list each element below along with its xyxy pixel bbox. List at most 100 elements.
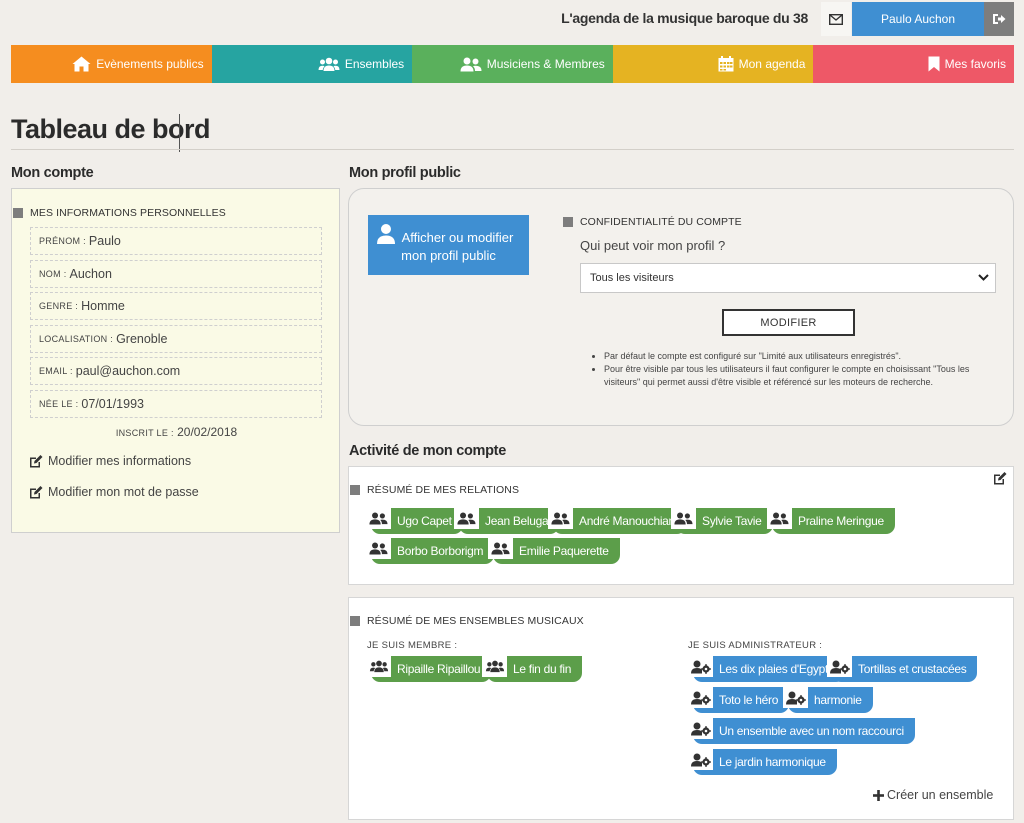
- nav-musicians-members[interactable]: Musiciens & Membres: [412, 45, 613, 83]
- tag-label: Tortillas et crustacées: [858, 662, 967, 676]
- personal-info-label: MES INFORMATIONS PERSONNELLES: [13, 207, 226, 219]
- profile-visibility-select[interactable]: Tous les visiteurs: [580, 263, 996, 293]
- create-ensemble-link[interactable]: Créer un ensemble: [873, 788, 993, 802]
- nav-label: Mes favoris: [944, 57, 1006, 71]
- account-panel: MES INFORMATIONS PERSONNELLES PRÉNOM : Pa…: [11, 188, 340, 533]
- relation-tag[interactable]: Emilie Paquerette: [488, 538, 620, 564]
- modify-privacy-button[interactable]: MODIFIER: [722, 309, 855, 336]
- relations-summary-box: RÉSUMÉ DE MES RELATIONS Ugo Capet Jean B…: [348, 466, 1014, 585]
- nav-public-events[interactable]: Evènements publics: [11, 45, 212, 83]
- birth-date-field: NÉE LE :07/01/1993: [30, 390, 322, 418]
- relation-tag[interactable]: André Manouchian: [548, 508, 686, 534]
- relation-tag[interactable]: Praline Meringue: [767, 508, 895, 534]
- email-field: EMAIL : paul@auchon.com: [30, 357, 322, 385]
- user-group-icon: [548, 508, 573, 529]
- calendar-icon: [718, 56, 734, 72]
- square-bullet-icon: [563, 217, 573, 227]
- edit-icon: [30, 485, 43, 498]
- edit-icon[interactable]: [993, 472, 1007, 485]
- privacy-note: Par défaut le compte est configuré sur "…: [604, 350, 994, 363]
- users-icon: [482, 656, 507, 677]
- square-bullet-icon: [13, 208, 23, 218]
- ensembles-label-text: RÉSUMÉ DE MES ENSEMBLES MUSICAUX: [367, 615, 584, 627]
- field-label: GENRE :: [39, 301, 79, 311]
- users-icon: [318, 57, 340, 71]
- admin-ensemble-tag[interactable]: Les dix plaies d'Egypte: [688, 656, 846, 682]
- user-group-icon: [767, 508, 792, 529]
- field-value: Paulo: [88, 234, 121, 248]
- location-field: LOCALISATION : Grenoble: [30, 325, 322, 353]
- site-title: L'agenda de la musique baroque du 38: [561, 10, 808, 26]
- profile-button-line2: mon profil public: [401, 248, 496, 263]
- registration-date: INSCRIT LE : 20/02/2018: [12, 425, 341, 439]
- edit-password-link-text: Modifier mon mot de passe: [48, 485, 199, 499]
- admin-ensemble-tag[interactable]: harmonie: [783, 687, 873, 713]
- member-ensemble-tag[interactable]: Ripaille Ripaillou: [366, 656, 492, 682]
- edit-info-link[interactable]: Modifier mes informations: [29, 454, 191, 468]
- square-bullet-icon: [350, 616, 360, 626]
- account-heading: Mon compte: [11, 165, 94, 181]
- last-name-field: NOM : Auchon: [30, 260, 322, 288]
- relation-tag[interactable]: Jean Beluga: [454, 508, 560, 534]
- nav-label: Ensembles: [344, 57, 405, 71]
- envelope-icon: [829, 13, 843, 25]
- user-cog-icon: [688, 687, 713, 708]
- square-bullet-icon: [350, 485, 360, 495]
- user-group-icon: [671, 508, 696, 529]
- nav-label: Musiciens & Membres: [486, 57, 605, 71]
- tag-label: Un ensemble avec un nom raccourci: [719, 724, 904, 738]
- admin-ensemble-tag[interactable]: Tortillas et crustacées: [827, 656, 978, 682]
- chevron-down-icon: [978, 274, 989, 281]
- create-ensemble-text: Créer un ensemble: [887, 788, 994, 802]
- relation-tag[interactable]: Ugo Capet: [366, 508, 463, 534]
- text-caret: [179, 114, 180, 152]
- users-icon: [366, 656, 391, 677]
- admin-ensemble-tag[interactable]: Le jardin harmonique: [688, 749, 837, 775]
- member-label: JE SUIS MEMBRE :: [367, 640, 458, 651]
- privacy-label-text: CONFIDENTIALITÉ DU COMPTE: [580, 216, 742, 228]
- relation-tag[interactable]: Borbo Borborigm: [366, 538, 495, 564]
- field-value: 07/01/1993: [81, 397, 144, 411]
- field-value: 20/02/2018: [177, 425, 238, 439]
- admin-ensemble-tag[interactable]: Un ensemble avec un nom raccourci: [688, 718, 915, 744]
- user-icon: [377, 224, 395, 244]
- activity-heading: Activité de mon compte: [349, 443, 506, 459]
- plus-icon: [873, 789, 884, 801]
- privacy-note: Pour être visible par tous les utilisate…: [604, 363, 994, 389]
- user-cog-icon: [688, 749, 713, 770]
- nav-my-favorites[interactable]: Mes favoris: [813, 45, 1014, 83]
- relations-label: RÉSUMÉ DE MES RELATIONS: [350, 484, 519, 496]
- nav-my-agenda[interactable]: Mon agenda: [612, 45, 814, 83]
- profile-heading: Mon profil public: [349, 165, 461, 181]
- messages-button[interactable]: [821, 2, 851, 36]
- field-label: INSCRIT LE :: [115, 428, 174, 438]
- user-account-button[interactable]: Paulo Auchon: [852, 2, 984, 36]
- bookmark-icon: [928, 56, 940, 72]
- field-label: LOCALISATION :: [39, 334, 114, 344]
- relation-tag[interactable]: Sylvie Tavie: [671, 508, 773, 534]
- user-cog-icon: [688, 718, 713, 739]
- tag-label: Le jardin harmonique: [719, 755, 826, 769]
- user-group-icon: [366, 538, 391, 559]
- edit-password-link[interactable]: Modifier mon mot de passe: [29, 485, 199, 499]
- user-group-icon: [454, 508, 479, 529]
- relations-label-text: RÉSUMÉ DE MES RELATIONS: [367, 484, 520, 496]
- field-label: NÉE LE :: [39, 399, 79, 409]
- user-cog-icon: [827, 656, 852, 677]
- home-icon: [72, 56, 91, 72]
- ensembles-summary-box: RÉSUMÉ DE MES ENSEMBLES MUSICAUX JE SUIS…: [348, 597, 1014, 820]
- member-ensemble-tag[interactable]: Le fin du fin: [482, 656, 583, 682]
- privacy-label: CONFIDENTIALITÉ DU COMPTE: [563, 216, 742, 228]
- personal-info-label-text: MES INFORMATIONS PERSONNELLES: [30, 207, 226, 219]
- view-edit-profile-button[interactable]: Afficher ou modifier mon profil public: [368, 215, 529, 275]
- nav-label: Evènements publics: [96, 57, 204, 71]
- field-label: NOM :: [39, 269, 67, 279]
- nav-ensembles[interactable]: Ensembles: [211, 45, 413, 83]
- ensembles-label: RÉSUMÉ DE MES ENSEMBLES MUSICAUX: [350, 615, 584, 627]
- edit-info-link-text: Modifier mes informations: [48, 454, 192, 468]
- field-value: paul@auchon.com: [75, 364, 181, 378]
- top-bar: L'agenda de la musique baroque du 38 Pau…: [0, 0, 1024, 38]
- admin-ensemble-tag[interactable]: Toto le héro: [688, 687, 790, 713]
- user-cog-icon: [688, 656, 713, 677]
- logout-button[interactable]: [984, 2, 1014, 36]
